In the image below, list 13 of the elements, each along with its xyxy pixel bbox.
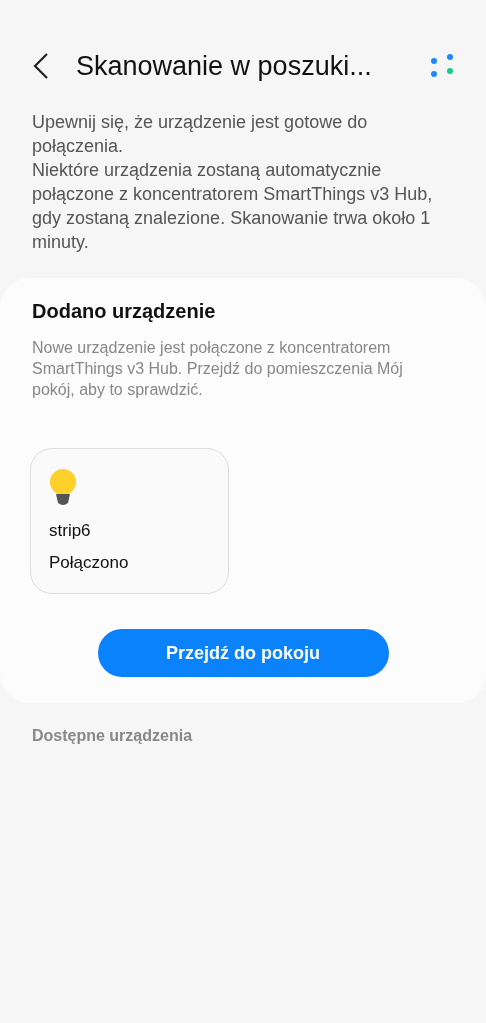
card-description: Nowe urządzenie jest połączone z koncentratorem SmartThings v3 Hub. Przejdź do pomieszczenia Mój pokój, aby to sprawdzić. xyxy=(32,338,404,400)
scanning-dots-icon xyxy=(430,54,454,78)
back-icon[interactable] xyxy=(33,53,49,79)
go-to-room-button[interactable]: Przejdź do pokoju xyxy=(97,629,389,677)
light-bulb-icon xyxy=(49,469,77,507)
intro-text: Niektóre urządzenia zostaną automatycznie połączone z koncentratorem SmartThings v3 Hub, gdy zostaną znalezione. Skanowanie trwa około 1 minuty. xyxy=(32,159,434,254)
card-title: Dodano urządzenie xyxy=(32,300,217,323)
device-tile[interactable]: strip6 Połączono xyxy=(30,448,229,594)
section-heading: Dostępne urządzenia xyxy=(31,726,194,746)
device-name: strip6 xyxy=(49,521,91,541)
device-status: Połączono xyxy=(49,553,129,573)
page-title: Skanowanie w poszuki... xyxy=(76,50,373,82)
intro-text: Upewnij się, że urządzenie jest gotowe do połączenia. xyxy=(32,111,369,158)
